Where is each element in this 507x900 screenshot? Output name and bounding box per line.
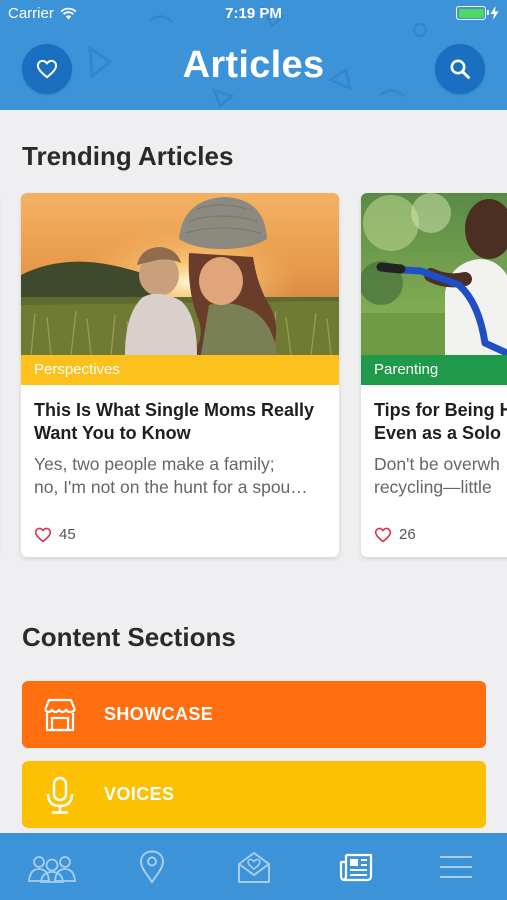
storefront-icon — [36, 691, 84, 739]
newspaper-icon — [339, 853, 373, 881]
like-counter[interactable]: 26 — [374, 526, 416, 543]
voices-label: VOICES — [104, 784, 175, 804]
like-counter[interactable]: 45 — [34, 526, 76, 543]
location-pin-icon — [139, 849, 165, 884]
article-excerpt: Yes, two people make a family; no, I'm n… — [34, 453, 330, 499]
article-excerpt-line: Don't be overwh — [374, 454, 500, 474]
community-icon — [28, 855, 76, 883]
like-count: 26 — [399, 526, 416, 543]
article-card[interactable]: Parenting Tips for Being H Even as a Sol… — [361, 193, 507, 557]
tab-community[interactable] — [20, 833, 84, 900]
showcase-label: SHOWCASE — [104, 704, 214, 724]
heart-outline-icon — [374, 527, 392, 542]
article-category: Perspectives — [21, 355, 339, 385]
search-icon — [450, 59, 470, 79]
content-sections-title: Content Sections — [22, 622, 236, 652]
article-title[interactable]: This Is What Single Moms Really Want You… — [34, 399, 334, 445]
article-image — [21, 193, 339, 355]
status-time: 7:19 PM — [225, 5, 282, 22]
heart-outline-icon — [34, 527, 52, 542]
article-excerpt-line: Yes, two people make a family; — [34, 454, 275, 474]
article-title-line: Want You to Know — [34, 423, 191, 443]
article-category: Parenting — [361, 355, 507, 385]
article-excerpt: Don't be overwh recycling—little — [374, 453, 507, 499]
trending-carousel[interactable]: Perspectives This Is What Single Moms Re… — [0, 192, 507, 562]
search-button[interactable] — [435, 44, 485, 94]
article-title-line: Even as a Solo — [374, 423, 502, 443]
battery-icon — [456, 6, 489, 20]
article-card[interactable]: Perspectives This Is What Single Moms Re… — [21, 193, 339, 557]
mail-heart-icon — [238, 851, 270, 883]
article-title-line: Tips for Being H — [374, 400, 507, 420]
tab-menu[interactable] — [426, 833, 486, 900]
navigation-header: Carrier 7:19 PM Articles — [0, 0, 507, 110]
tab-bar — [0, 833, 507, 900]
article-excerpt-line: recycling—little — [374, 477, 492, 497]
tab-articles[interactable] — [326, 833, 386, 900]
menu-icon — [440, 855, 472, 878]
charging-bolt-icon — [490, 6, 499, 20]
battery-indicator — [456, 6, 499, 20]
article-title-line: This Is What Single Moms Really — [34, 400, 315, 420]
voices-button[interactable]: VOICES — [22, 761, 486, 828]
tab-messages[interactable] — [224, 833, 284, 900]
article-title[interactable]: Tips for Being H Even as a Solo — [374, 399, 507, 445]
showcase-button[interactable]: SHOWCASE — [22, 681, 486, 748]
article-image — [361, 193, 507, 355]
page-title: Articles — [182, 44, 325, 86]
trending-section-title: Trending Articles — [22, 141, 234, 171]
like-count: 45 — [59, 526, 76, 543]
article-excerpt-line: no, I'm not on the hunt for a spou… — [34, 477, 308, 497]
tab-locations[interactable] — [122, 833, 182, 900]
microphone-icon — [36, 771, 84, 819]
status-bar: Carrier 7:19 PM — [0, 0, 507, 28]
